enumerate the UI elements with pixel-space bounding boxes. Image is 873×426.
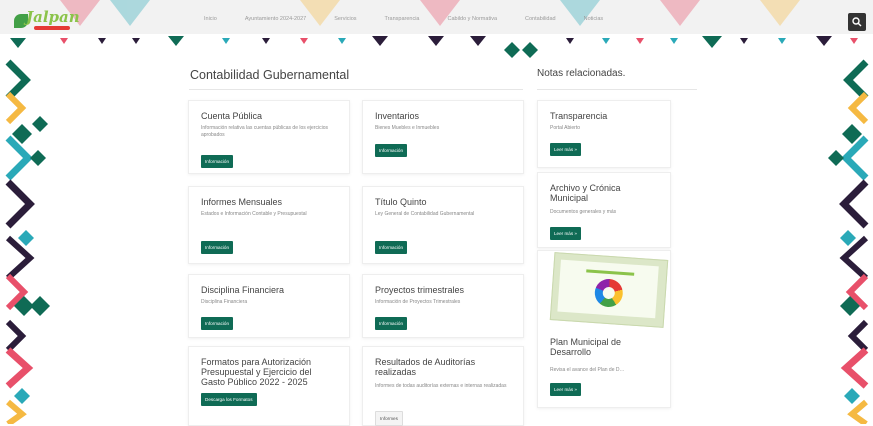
card-proyectos-trimestrales: Proyectos trimestrales Información de Pr… — [362, 274, 524, 338]
card-title: Plan Municipal de Desarrollo — [550, 337, 622, 357]
sidebar-title: Notas relacionadas. — [537, 68, 626, 79]
nav-item-contabilidad[interactable]: Contabilidad — [511, 16, 570, 22]
card-title: Informes Mensuales — [201, 197, 283, 207]
logo-text: Jalpan — [26, 8, 80, 26]
plan-municipal-image[interactable] — [549, 252, 669, 328]
card-title: Título Quinto — [375, 197, 427, 207]
card-title: Formatos para Autorización Presupuestal … — [201, 357, 312, 387]
card-informes-mensuales: Informes Mensuales Estados e Información… — [188, 186, 350, 264]
nav-item-cabildo[interactable]: Cabildo y Normativa — [433, 16, 511, 22]
read-more-button[interactable]: Leer más » — [550, 227, 581, 240]
card-formatos: Formatos para Autorización Presupuestal … — [188, 346, 350, 426]
title-divider — [189, 89, 523, 90]
card-button[interactable]: Información — [201, 317, 234, 330]
nav-item-inicio[interactable]: Inicio — [190, 16, 231, 22]
card-button[interactable]: Información — [375, 241, 408, 254]
search-input[interactable] — [770, 14, 850, 32]
image-inner — [557, 259, 659, 319]
card-description: Ley General de Contabilidad Gubernamenta… — [375, 211, 475, 217]
logo-underline — [34, 26, 70, 30]
sidebar-card-transparencia: Transparencia Portal Abierto Leer más » — [537, 100, 671, 168]
card-button[interactable]: Información — [375, 317, 408, 330]
ods-wheel-icon — [593, 278, 624, 308]
read-more-button[interactable]: Leer más » — [550, 143, 581, 156]
sidebar-card-archivo: Archivo y Crónica Municipal Documentos g… — [537, 172, 671, 248]
card-button[interactable]: Información — [201, 155, 234, 168]
card-description: Información relativa las cuentas pública… — [201, 125, 329, 138]
card-description: Bienes Muebles e Inmuebles — [375, 125, 440, 131]
site-logo[interactable]: Jalpan — [12, 8, 80, 34]
read-more-button[interactable]: Leer más » — [550, 383, 581, 396]
nav-item-ayuntamiento[interactable]: Ayuntamiento 2024-2027 — [231, 16, 320, 22]
card-auditorias: Resultados de Auditorías realizadas Info… — [362, 346, 524, 426]
card-disciplina-financiera: Disciplina Financiera Disciplina Financi… — [188, 274, 350, 338]
card-description: Revisa el avance del Plan de D… — [550, 367, 625, 373]
card-button[interactable]: Información — [375, 144, 408, 157]
card-cuenta-publica: Cuenta Pública Información relativa las … — [188, 100, 350, 174]
card-title: Resultados de Auditorías realizadas — [375, 357, 476, 377]
card-description: Portal Abierto — [550, 125, 581, 131]
card-description: Informes de todas auditorías externas e … — [375, 383, 507, 389]
nav-item-noticias[interactable]: Noticias — [570, 16, 618, 22]
card-description: Estados e Información Contable y Presupu… — [201, 211, 307, 217]
card-title: Cuenta Pública — [201, 111, 263, 121]
card-title: Disciplina Financiera — [201, 285, 285, 295]
image-header-bar — [586, 269, 635, 276]
sidebar-divider — [537, 89, 697, 90]
search-button[interactable] — [848, 13, 866, 31]
card-inventarios: Inventarios Bienes Muebles e Inmuebles I… — [362, 100, 524, 174]
card-description: Documentos generales y más — [550, 209, 617, 215]
card-title: Archivo y Crónica Municipal — [550, 183, 621, 203]
card-button[interactable]: Información — [201, 241, 234, 254]
card-description: Disciplina Financiera — [201, 299, 248, 305]
card-title: Inventarios — [375, 111, 420, 121]
card-button[interactable]: Descarga los Formatos — [201, 393, 257, 406]
card-description: Información de Proyectos Trimestrales — [375, 299, 461, 305]
card-title: Proyectos trimestrales — [375, 285, 465, 295]
page-title: Contabilidad Gubernamental — [190, 68, 350, 82]
search-icon — [852, 17, 862, 27]
nav-item-transparencia[interactable]: Transparencia — [371, 16, 434, 22]
card-title: Transparencia — [550, 111, 608, 121]
card-titulo-quinto: Título Quinto Ley General de Contabilida… — [362, 186, 524, 264]
main-nav: Inicio Ayuntamiento 2024-2027 Servicios … — [190, 16, 617, 22]
nav-item-servicios[interactable]: Servicios — [320, 16, 370, 22]
